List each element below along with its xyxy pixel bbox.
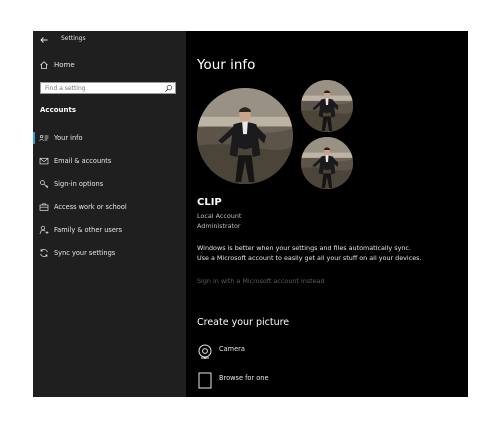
camera-option[interactable]: Camera <box>197 343 347 365</box>
camera-label: Camera <box>219 345 245 353</box>
search-input[interactable] <box>43 84 165 93</box>
page-title: Your info <box>197 57 256 73</box>
sidebar-item-label: Sync your settings <box>54 249 116 257</box>
home-icon <box>40 61 48 69</box>
sidebar-item-label: Your info <box>54 134 83 142</box>
mail-icon <box>39 157 49 165</box>
account-role: Administrator <box>197 222 241 230</box>
browse-label: Browse for one <box>219 374 269 382</box>
briefcase-icon <box>39 203 49 211</box>
avatar-recent-2[interactable] <box>301 137 353 189</box>
back-arrow-icon[interactable] <box>39 35 49 45</box>
settings-window: Settings Home Accounts Your info <box>33 31 468 397</box>
account-type: Local Account <box>197 212 242 220</box>
title-bar: Settings <box>33 31 186 49</box>
browse-icon <box>198 372 212 389</box>
sidebar-item-sign-in-options[interactable]: Sign-in options <box>33 177 186 191</box>
home-label: Home <box>54 61 75 69</box>
section-title-accounts: Accounts <box>40 106 77 114</box>
avatar-image <box>301 137 353 189</box>
sidebar-item-your-info[interactable]: Your info <box>33 131 186 145</box>
nav-home[interactable]: Home <box>33 59 186 73</box>
user-name: CLIP <box>197 197 222 208</box>
sync-message: Windows is better when your settings and… <box>197 244 422 262</box>
sidebar-item-label: Sign-in options <box>54 180 104 188</box>
sidebar-item-label: Family & other users <box>54 226 123 234</box>
key-icon <box>40 180 49 189</box>
sidebar-item-access-work[interactable]: Access work or school <box>33 200 186 214</box>
sidebar: Settings Home Accounts Your info <box>33 31 186 397</box>
search-box[interactable] <box>40 82 176 94</box>
camera-icon <box>198 344 212 359</box>
main-content: Your info CLIP Local Account Administrat… <box>186 31 468 397</box>
active-indicator <box>33 132 35 144</box>
sidebar-item-sync-settings[interactable]: Sync your settings <box>33 246 186 260</box>
person-add-icon <box>39 225 49 235</box>
avatar-recent-1[interactable] <box>301 80 353 132</box>
avatar-image <box>301 80 353 132</box>
sidebar-item-label: Access work or school <box>54 203 127 211</box>
avatar-image <box>197 88 293 184</box>
search-icon[interactable] <box>164 84 173 93</box>
microsoft-signin-link[interactable]: Sign in with a Microsoft account instead <box>197 277 325 285</box>
sidebar-item-email-accounts[interactable]: Email & accounts <box>33 154 186 168</box>
avatar-current <box>197 88 293 184</box>
sidebar-item-family-users[interactable]: Family & other users <box>33 223 186 237</box>
sync-icon <box>40 249 48 257</box>
sidebar-item-label: Email & accounts <box>54 157 112 165</box>
create-picture-heading: Create your picture <box>197 317 290 328</box>
browse-option[interactable]: Browse for one <box>197 372 347 394</box>
person-card-icon <box>39 134 49 141</box>
app-title: Settings <box>61 35 86 42</box>
